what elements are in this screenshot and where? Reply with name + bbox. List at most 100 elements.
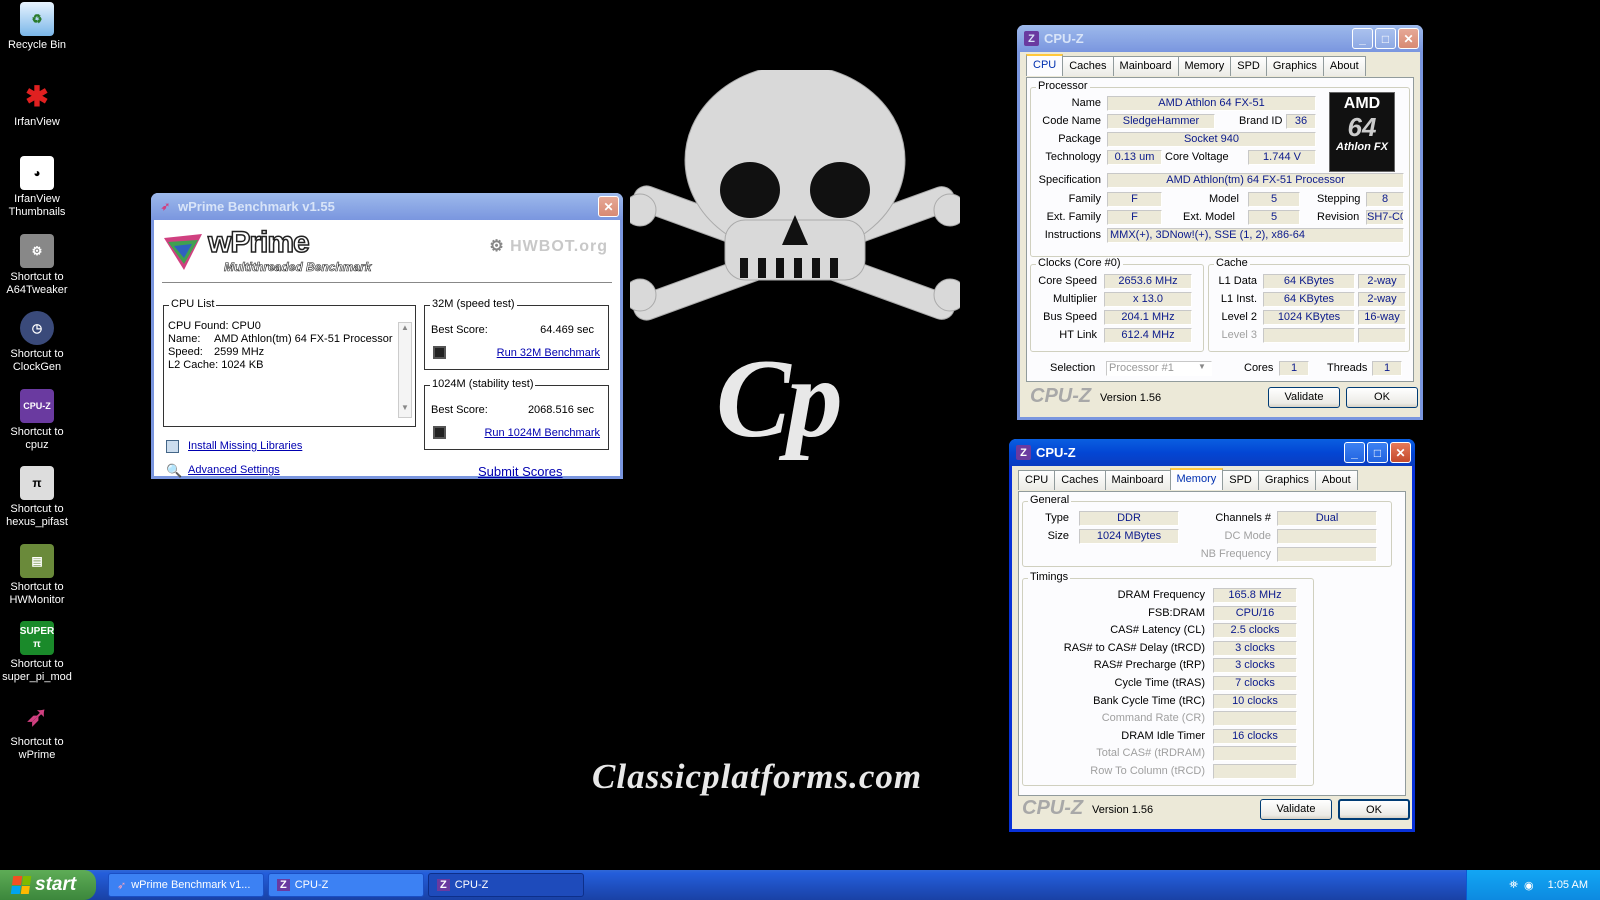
- minimize-button[interactable]: _: [1352, 28, 1373, 49]
- desktop-icon-wprime[interactable]: ➶ Shortcut to wPrime: [2, 699, 72, 762]
- close-button[interactable]: ✕: [1390, 442, 1411, 463]
- cpuz-icon: Z: [1024, 31, 1039, 46]
- desktop-icon-superpi[interactable]: SUPER π Shortcut to super_pi_mod: [2, 621, 72, 684]
- cpuz-cpu-window[interactable]: Z CPU-Z _ □ ✕ CPU Caches Mainboard Memor…: [1017, 25, 1423, 420]
- desktop-icon-recycle-bin[interactable]: ♻ Recycle Bin: [2, 2, 72, 52]
- tab-about[interactable]: About: [1314, 470, 1358, 490]
- tab-mainboard[interactable]: Mainboard: [1104, 470, 1171, 490]
- speed-test-group: 32M (speed test) Best Score: 64.469 sec …: [424, 298, 609, 370]
- wallpaper-logo: Cp: [716, 337, 843, 461]
- desktop-icon-hwmonitor[interactable]: ▤ Shortcut to HWMonitor: [2, 544, 72, 607]
- wprime-window[interactable]: ➶ wPrime Benchmark v1.55 ✕ wPrime Multit…: [151, 193, 623, 479]
- run-32m-link[interactable]: Run 32M Benchmark: [497, 347, 600, 359]
- ext-model: 5: [1248, 210, 1300, 225]
- core-speed: 2653.6 MHz: [1104, 274, 1192, 289]
- desktop-icon-pifast[interactable]: π Shortcut to hexus_pifast: [2, 466, 72, 529]
- hwbot-logo: ⚙ HWBOT.org: [489, 238, 608, 255]
- tab-caches[interactable]: Caches: [1054, 470, 1106, 490]
- close-button[interactable]: ✕: [598, 196, 619, 217]
- scroll-down-icon[interactable]: ▼: [399, 403, 411, 417]
- timing-value: [1213, 711, 1297, 727]
- clocks-group: Clocks (Core #0) Core Speed 2653.6 MHz M…: [1030, 257, 1204, 352]
- tab-graphics[interactable]: Graphics: [1257, 470, 1316, 490]
- tab-cpu[interactable]: CPU: [1026, 54, 1064, 76]
- taskbar: start ➶ wPrime Benchmark v1... Z CPU-Z Z…: [0, 870, 1600, 900]
- wprime-icon: ➶: [160, 201, 171, 213]
- cpuz-icon: Z: [1016, 445, 1031, 460]
- desktop-icon-a64tweaker[interactable]: ⚙ Shortcut to A64Tweaker: [2, 234, 72, 297]
- maximize-button[interactable]: □: [1367, 442, 1388, 463]
- clock: 1:05 AM: [1547, 879, 1588, 891]
- close-icon: ✕: [603, 199, 614, 214]
- cores: 1: [1279, 361, 1309, 376]
- floppy-icon: [433, 426, 446, 439]
- processor-select[interactable]: Processor #1: [1106, 361, 1212, 376]
- cpuz-memory-tabs: CPU Caches Mainboard Memory SPD Graphics…: [1018, 468, 1358, 490]
- cpuz-memory-titlebar[interactable]: Z CPU-Z _ □ ✕: [1009, 439, 1415, 466]
- chevron-down-icon[interactable]: ▼: [1198, 362, 1206, 371]
- tab-memory[interactable]: Memory: [1177, 56, 1232, 76]
- desktop-icon-irfanview-thumbnails[interactable]: ◕ IrfanView Thumbnails: [2, 156, 72, 219]
- desktop-icon-cpuz[interactable]: CPU-Z Shortcut to cpuz: [2, 389, 72, 452]
- tab-caches[interactable]: Caches: [1062, 56, 1114, 76]
- irfanview-thumbnails-icon: ◕: [20, 156, 54, 190]
- tab-graphics[interactable]: Graphics: [1265, 56, 1324, 76]
- floppy-icon: [433, 346, 446, 359]
- close-icon: ✕: [1403, 31, 1414, 46]
- cpuz-brand: CPU-Z: [1022, 797, 1084, 819]
- validate-button[interactable]: Validate: [1268, 387, 1340, 408]
- multiplier: x 13.0: [1104, 292, 1192, 307]
- nb-frequency: [1277, 547, 1377, 562]
- install-libraries-link[interactable]: Install Missing Libraries: [188, 440, 302, 452]
- l1-data-way: 2-way: [1358, 274, 1406, 289]
- run-1024m-link[interactable]: Run 1024M Benchmark: [484, 427, 600, 439]
- clockgen-icon: ◷: [20, 311, 54, 345]
- submit-scores-link[interactable]: Submit Scores: [478, 464, 563, 479]
- cpuz-memory-window[interactable]: Z CPU-Z _ □ ✕ CPU Caches Mainboard Memor…: [1009, 439, 1415, 832]
- scroll-up-icon[interactable]: ▲: [399, 323, 411, 337]
- validate-button[interactable]: Validate: [1260, 799, 1332, 820]
- advanced-settings-link[interactable]: Advanced Settings: [188, 464, 280, 476]
- network-icon[interactable]: ⛯: [1509, 879, 1518, 892]
- tab-spd[interactable]: SPD: [1222, 470, 1259, 490]
- cpu-list[interactable]: CPU Found: CPU0 Name: AMD Athlon(tm) 64 F…: [168, 320, 394, 420]
- desktop-icon-irfanview[interactable]: ✱ IrfanView: [2, 79, 72, 129]
- advanced-settings-icon: 🔍: [166, 463, 183, 478]
- l1-data: 64 KBytes: [1263, 274, 1355, 289]
- cpuz-memory-panel: General Type DDR Size 1024 MBytes Channe…: [1018, 491, 1406, 796]
- maximize-button[interactable]: □: [1375, 28, 1396, 49]
- tab-spd[interactable]: SPD: [1230, 56, 1267, 76]
- minimize-button[interactable]: _: [1344, 442, 1365, 463]
- timing-value: 10 clocks: [1213, 693, 1297, 709]
- desktop-icon-clockgen[interactable]: ◷ Shortcut to ClockGen: [2, 311, 72, 374]
- timing-value: 7 clocks: [1213, 676, 1297, 691]
- speaker-icon[interactable]: ◉: [1524, 879, 1534, 892]
- cpuz-icon: Z: [437, 879, 450, 891]
- taskbar-item-cpuz-1[interactable]: Z CPU-Z: [268, 873, 424, 897]
- timing-value: [1213, 764, 1297, 779]
- hwbot-icon: ⚙: [489, 238, 505, 255]
- cpuz-cpu-titlebar[interactable]: Z CPU-Z _ □ ✕: [1017, 25, 1423, 52]
- cpu-list-scrollbar[interactable]: ▲ ▼: [398, 322, 412, 418]
- tab-mainboard[interactable]: Mainboard: [1112, 56, 1179, 76]
- close-button[interactable]: ✕: [1398, 28, 1419, 49]
- timing-value: CPU/16: [1213, 605, 1297, 621]
- ok-button[interactable]: OK: [1338, 799, 1410, 820]
- timing-value: [1213, 746, 1297, 762]
- taskbar-item-cpuz-2[interactable]: Z CPU-Z: [428, 873, 584, 897]
- core-voltage: 1.744 V: [1248, 150, 1316, 165]
- tab-cpu[interactable]: CPU: [1018, 470, 1056, 490]
- ok-button[interactable]: OK: [1346, 387, 1418, 408]
- cpuz-icon: Z: [277, 879, 290, 891]
- wprime-subtitle: Multithreaded Benchmark: [224, 260, 372, 275]
- tab-memory[interactable]: Memory: [1169, 468, 1224, 490]
- wprime-titlebar[interactable]: ➶ wPrime Benchmark v1.55 ✕: [151, 193, 623, 220]
- cpuz-version: Version 1.56: [1092, 804, 1154, 816]
- start-button[interactable]: start: [0, 870, 96, 900]
- tab-about[interactable]: About: [1322, 56, 1366, 76]
- selection-group: Selection Processor #1 ▼ Cores 1 Threads…: [1030, 359, 1410, 379]
- level-2: 1024 KBytes: [1263, 310, 1355, 325]
- cpu-list-group: CPU List CPU Found: CPU0 Name: AMD Athlon…: [163, 298, 416, 427]
- taskbar-item-wprime[interactable]: ➶ wPrime Benchmark v1...: [108, 873, 264, 897]
- channels: Dual: [1277, 511, 1377, 526]
